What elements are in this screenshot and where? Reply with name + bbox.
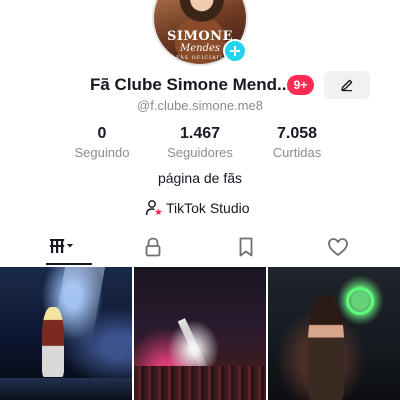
profile-stats: 0 Seguindo 1.467 Seguidores 7.058 Curtid…: [0, 125, 400, 161]
video-thumbnail[interactable]: [0, 267, 132, 400]
person-star-icon: [145, 200, 162, 216]
add-avatar-plus-icon[interactable]: [223, 39, 247, 63]
stat-following[interactable]: 0 Seguindo: [47, 125, 157, 160]
grid-icon: [50, 239, 73, 253]
profile-name-row: Fã Clube Simone Mend... 9+: [0, 71, 400, 99]
profile-tabs: [0, 232, 400, 265]
profile-display-name: Fã Clube Simone Mend...: [90, 75, 292, 94]
tab-private[interactable]: [103, 232, 203, 265]
tab-saved[interactable]: [196, 232, 296, 265]
stat-followers-value: 1.467: [179, 125, 221, 142]
stat-followers-label: Seguidores: [167, 145, 233, 160]
video-thumbnail[interactable]: [134, 267, 266, 400]
video-grid: [0, 267, 400, 400]
stage-floor: [0, 378, 132, 400]
lock-icon: [145, 237, 161, 257]
profile-avatar-container: SIMONE Mendes FÃS OFICIAIS: [152, 0, 248, 66]
pencil-icon: [341, 79, 353, 92]
profile-handle: @f.clube.simone.me8: [137, 98, 263, 113]
performer-figure: [42, 307, 64, 377]
tab-videos[interactable]: [12, 232, 112, 265]
stat-likes-value: 7.058: [276, 125, 318, 142]
person-figure: [308, 295, 344, 400]
notifications-badge[interactable]: 9+: [287, 75, 314, 95]
ferris-wheel: [346, 287, 374, 315]
profile-bio: página de fãs: [157, 170, 243, 186]
heart-icon: [328, 238, 348, 256]
crowd: [134, 366, 266, 400]
bookmark-icon: [239, 237, 253, 257]
tab-liked[interactable]: [288, 232, 388, 265]
stat-following-value: 0: [97, 125, 107, 142]
stat-followers[interactable]: 1.467 Seguidores: [145, 125, 255, 160]
tiktok-studio-label: TikTok Studio: [166, 200, 250, 216]
stat-likes[interactable]: 7.058 Curtidas: [242, 125, 352, 160]
stat-likes-label: Curtidas: [272, 145, 322, 160]
stat-following-label: Seguindo: [74, 145, 130, 160]
edit-profile-button[interactable]: [324, 71, 370, 99]
video-thumbnail[interactable]: [268, 267, 400, 400]
